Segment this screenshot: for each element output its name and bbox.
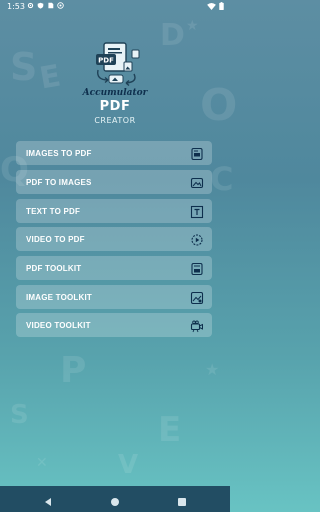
images-to-pdf-label: IMAGES TO PDF bbox=[26, 148, 92, 158]
recent-apps-icon[interactable] bbox=[176, 493, 188, 506]
background-letter-e2: E bbox=[158, 410, 182, 450]
app-logo: PDF bbox=[88, 40, 144, 88]
home-icon[interactable] bbox=[109, 493, 121, 506]
pdf-toolkit-label: PDF TOOLKIT bbox=[26, 263, 82, 273]
video-toolkit-label: VIDEO TOOLKIT bbox=[26, 320, 91, 330]
sim-card-icon bbox=[47, 2, 54, 9]
toolkit-icon bbox=[190, 261, 204, 276]
text-icon bbox=[190, 204, 204, 219]
pdf-toolkit-button[interactable]: PDF TOOLKIT bbox=[16, 256, 212, 280]
background-letter-c: C bbox=[210, 160, 234, 198]
image-toolkit-button[interactable]: IMAGE TOOLKIT bbox=[16, 285, 212, 309]
brand-title: PDF bbox=[99, 99, 131, 114]
images-to-pdf-button[interactable]: IMAGES TO PDF bbox=[16, 141, 212, 165]
background-letter-s: S bbox=[10, 45, 38, 89]
text-to-pdf-label: TEXT TO PDF bbox=[26, 206, 81, 216]
video-camera-icon bbox=[190, 318, 204, 333]
location-icon bbox=[57, 2, 64, 9]
background-letter-v: V bbox=[118, 450, 139, 480]
video-toolkit-button[interactable]: VIDEO TOOLKIT bbox=[16, 313, 212, 337]
wifi-icon bbox=[207, 2, 216, 12]
background-letter-d: D bbox=[160, 18, 185, 53]
pdf-to-images-button[interactable]: PDF TO IMAGES bbox=[16, 170, 212, 194]
settings-icon bbox=[27, 2, 34, 9]
brand-script-name: Accumulator bbox=[82, 88, 148, 98]
status-bar: 1:53 bbox=[0, 0, 230, 14]
video-to-pdf-button[interactable]: VIDEO TO PDF bbox=[16, 227, 212, 251]
back-icon[interactable] bbox=[42, 493, 54, 506]
battery-icon bbox=[219, 2, 224, 12]
video-to-pdf-label: VIDEO TO PDF bbox=[26, 234, 85, 244]
background-plus: ✕ bbox=[36, 455, 48, 471]
image-toolkit-label: IMAGE TOOLKIT bbox=[26, 292, 93, 302]
shield-icon bbox=[37, 2, 44, 9]
pdf-to-images-label: PDF TO IMAGES bbox=[26, 177, 92, 187]
background-letter-s2: S bbox=[10, 400, 29, 430]
background-letter-x: ★ bbox=[186, 18, 199, 34]
svg-text:PDF: PDF bbox=[98, 57, 114, 65]
background-star: ★ bbox=[205, 360, 220, 379]
image-icon bbox=[190, 175, 204, 189]
brand-subtitle: CREATOR bbox=[94, 116, 136, 125]
text-to-pdf-button[interactable]: TEXT TO PDF bbox=[16, 199, 212, 223]
background-letter-p: P bbox=[60, 350, 87, 391]
video-icon bbox=[190, 232, 204, 246]
system-navigation-bar bbox=[0, 486, 230, 512]
images-to-pdf-icon bbox=[190, 146, 204, 161]
status-time: 1:53 bbox=[7, 2, 25, 11]
image-toolkit-icon bbox=[190, 290, 204, 305]
